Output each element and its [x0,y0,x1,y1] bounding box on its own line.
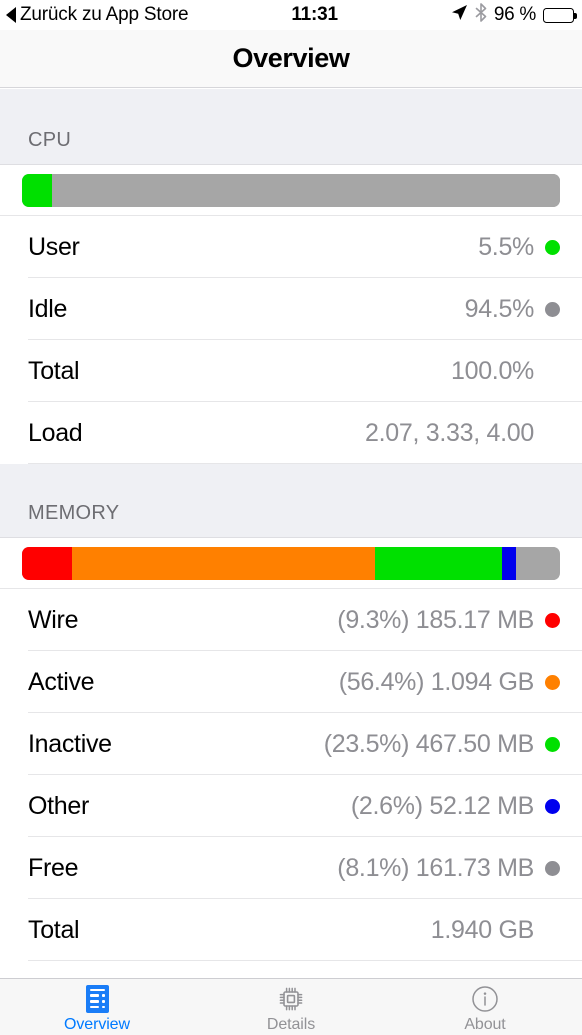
row-value: 1.940 GB [430,915,535,944]
row-value-group: 5.5% [478,233,560,262]
row-value-group: 100.0% [451,357,560,386]
status-bar-clock: 11:31 [291,4,338,25]
back-label: Zurück zu App Store [20,4,189,25]
row-label: Total [28,915,80,944]
usage-bar-segment-wire [22,546,73,580]
row-value-group: (9.3%) 185.17 MB [337,606,560,635]
table-row[interactable]: Inactive (23.5%) 467.50 MB [0,713,582,775]
row-label: Idle [28,294,68,323]
row-value: (56.4%) 1.094 GB [338,667,535,696]
row-label: Load [28,418,83,447]
section-header-label: CPU [28,129,72,151]
row-label: Total [28,356,80,385]
navigation-bar: Overview [0,30,582,88]
bluetooth-icon [475,2,487,28]
table-row[interactable]: Active (56.4%) 1.094 GB [0,651,582,713]
battery-nub [574,12,577,19]
page-title: Overview [232,43,350,73]
row-value: 94.5% [464,294,535,323]
info-circle-icon [470,984,500,1014]
row-value: 2.07, 3.33, 4.00 [365,418,534,447]
row-value: (8.1%) 161.73 MB [337,853,534,882]
legend-color-dot [545,736,560,752]
usage-bar-segment-free [515,546,560,580]
status-bar-back-button[interactable]: Zurück zu App Store [6,4,189,26]
row-value-group: (8.1%) 161.73 MB [337,854,560,883]
row-label: Wire [28,605,79,634]
table-row[interactable]: Load 2.07, 3.33, 4.00 [0,402,582,464]
usage-bar-segment-inactive [375,546,502,580]
row-value-group: 2.07, 3.33, 4.00 [365,419,560,448]
table-row[interactable]: Free (8.1%) 161.73 MB [0,837,582,899]
section-header-label: MEMORY [28,502,120,524]
usage-bar-segment-active [72,546,376,580]
usage-bar-segment-other [501,546,516,580]
content-scroll-area[interactable]: CPU User 5.5% Idle 94.5% Total 100.0% Load 2.07,… [0,89,582,978]
row-value: 100.0% [451,356,534,385]
table-row[interactable]: Other (2.6%) 52.12 MB [0,775,582,837]
row-value-group: (56.4%) 1.094 GB [339,668,560,697]
row-value: (9.3%) 185.17 MB [337,605,534,634]
row-value-group: (2.6%) 52.12 MB [351,792,560,821]
status-bar: Zurück zu App Store 11:31 96 % [0,0,582,30]
table-row[interactable]: Total 1.940 GB [0,899,582,961]
table-row[interactable]: Idle 94.5% [0,278,582,340]
row-value-group: 94.5% [465,295,560,324]
tab-label: Overview [64,1015,130,1033]
tab-overview[interactable]: Overview [0,979,194,1035]
section-header-memory: MEMORY [0,464,582,538]
tab-details[interactable]: Details [194,979,388,1035]
cpu-chip-icon [276,984,306,1014]
location-arrow-icon [451,4,468,27]
row-value: (2.6%) 52.12 MB [350,791,534,820]
tab-about[interactable]: About [388,979,582,1035]
legend-color-dot [545,612,560,628]
legend-color-dot [545,798,560,814]
usage-bar-segment-idle [51,173,560,207]
legend-color-dot [545,860,560,876]
battery-percent-label: 96 % [493,4,536,25]
usage-bar-row-memory [0,538,582,589]
section-header-cpu: CPU [0,89,582,165]
tab-label: Details [266,1015,316,1033]
usage-bar [22,173,560,207]
legend-color-dot [545,674,560,690]
tab-label: About [464,1015,506,1033]
table-row[interactable]: User 5.5% [0,216,582,278]
row-value-group: (23.5%) 467.50 MB [324,730,560,759]
usage-bar-segment-user [22,173,52,207]
usage-bar [22,546,560,580]
tab-bar: Overview Details About [0,978,582,1035]
row-value: 5.5% [478,232,534,261]
row-label: Free [28,853,79,882]
row-label: Inactive [28,729,112,758]
legend-color-dot [545,301,560,317]
row-label: User [28,232,80,261]
table-row[interactable]: Total 100.0% [0,340,582,402]
row-value: (23.5%) 467.50 MB [323,729,535,758]
table-row[interactable]: Wire (9.3%) 185.17 MB [0,589,582,651]
status-bar-indicators: 96 % [451,2,577,28]
battery-icon [543,7,577,23]
row-value-group: 1.940 GB [431,916,560,945]
usage-bar-row-cpu [0,165,582,216]
app-window: Zurück zu App Store 11:31 96 % Overview … [0,0,582,1035]
back-caret-icon [6,7,16,23]
document-list-icon [82,984,112,1014]
row-label: Active [28,667,95,696]
legend-color-dot [545,239,560,255]
row-label: Other [28,791,90,820]
